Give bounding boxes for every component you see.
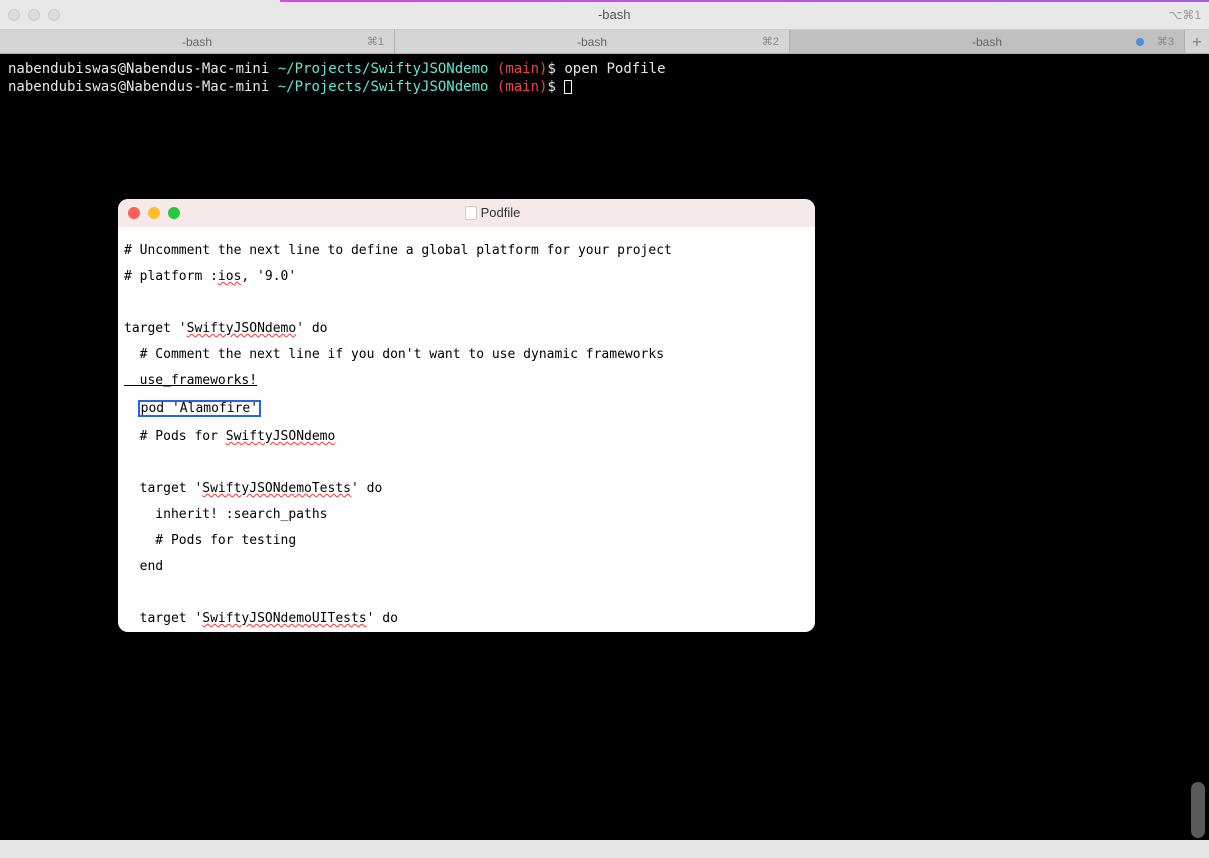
- window-title: -bash: [60, 7, 1168, 22]
- editor-title: Podfile: [180, 205, 805, 222]
- tab-shortcut: ⌘3: [1157, 35, 1174, 48]
- code-line: # Pods for SwiftyJSONdemo: [124, 430, 809, 443]
- editor-close-button[interactable]: [128, 207, 140, 219]
- editor-filename: Podfile: [481, 205, 521, 222]
- window-titlebar: -bash ⌥⌘1: [0, 0, 1209, 30]
- prompt-dollar: $: [547, 79, 555, 95]
- traffic-lights: [8, 9, 60, 21]
- tab-shortcut: ⌘1: [367, 35, 384, 48]
- scrollbar-thumb[interactable]: [1191, 782, 1205, 838]
- close-button[interactable]: [8, 9, 20, 21]
- code-line: inherit! :search_paths: [124, 508, 809, 521]
- highlighted-pod: pod 'Alamofire': [138, 400, 261, 417]
- file-icon: [465, 206, 477, 220]
- editor-window: Podfile # Uncomment the next line to def…: [118, 199, 815, 632]
- prompt-user: nabendubiswas@Nabendus-Mac-mini: [8, 61, 269, 77]
- code-line: # Uncomment the next line to define a gl…: [124, 244, 809, 257]
- editor-minimize-button[interactable]: [148, 207, 160, 219]
- editor-zoom-button[interactable]: [168, 207, 180, 219]
- prompt-user: nabendubiswas@Nabendus-Mac-mini: [8, 79, 269, 95]
- decoration-stripe: [280, 0, 1209, 2]
- dirty-indicator-icon: [1136, 38, 1144, 46]
- minimize-button[interactable]: [28, 9, 40, 21]
- cursor: [564, 80, 572, 94]
- terminal-line: nabendubiswas@Nabendus-Mac-mini ~/Projec…: [8, 60, 1201, 78]
- prompt-path: ~/Projects/SwiftyJSONdemo: [278, 79, 489, 95]
- tab-2[interactable]: -bash ⌘2: [395, 30, 790, 53]
- code-line: pod 'Alamofire': [124, 400, 809, 417]
- window-shortcut: ⌥⌘1: [1168, 8, 1201, 22]
- code-line: target 'SwiftyJSONdemoTests' do: [124, 482, 809, 495]
- terminal-pane[interactable]: nabendubiswas@Nabendus-Mac-mini ~/Projec…: [0, 54, 1209, 840]
- editor-titlebar[interactable]: Podfile: [118, 199, 815, 227]
- prompt-branch: main: [505, 61, 539, 77]
- tab-label: -bash: [0, 35, 394, 49]
- code-line: target 'SwiftyJSONdemo' do: [124, 322, 809, 335]
- editor-content[interactable]: # Uncomment the next line to define a gl…: [118, 227, 815, 632]
- code-line: # Comment the next line if you don't wan…: [124, 348, 809, 361]
- code-line: [124, 296, 809, 309]
- code-line: target 'SwiftyJSONdemoUITests' do: [124, 612, 809, 625]
- code-line: [124, 586, 809, 599]
- tab-label: -bash: [395, 35, 789, 49]
- tab-3[interactable]: -bash ⌘3: [790, 30, 1185, 53]
- editor-traffic-lights: [128, 207, 180, 219]
- prompt-dollar: $: [547, 61, 555, 77]
- terminal-line: nabendubiswas@Nabendus-Mac-mini ~/Projec…: [8, 78, 1201, 96]
- add-tab-button[interactable]: +: [1185, 30, 1209, 53]
- tab-1[interactable]: -bash ⌘1: [0, 30, 395, 53]
- scrollbar-track[interactable]: [1191, 60, 1205, 838]
- zoom-button[interactable]: [48, 9, 60, 21]
- code-line: # platform :ios, '9.0': [124, 270, 809, 283]
- prompt-branch: main: [505, 79, 539, 95]
- code-line: end: [124, 560, 809, 573]
- tab-bar: -bash ⌘1 -bash ⌘2 -bash ⌘3 +: [0, 30, 1209, 54]
- tab-shortcut: ⌘2: [762, 35, 779, 48]
- code-line: use_frameworks!: [124, 374, 809, 387]
- code-line: [124, 456, 809, 469]
- tab-label: -bash: [790, 35, 1184, 49]
- prompt-path: ~/Projects/SwiftyJSONdemo: [278, 61, 489, 77]
- code-line: # Pods for testing: [124, 534, 809, 547]
- terminal-command: open Podfile: [564, 61, 665, 77]
